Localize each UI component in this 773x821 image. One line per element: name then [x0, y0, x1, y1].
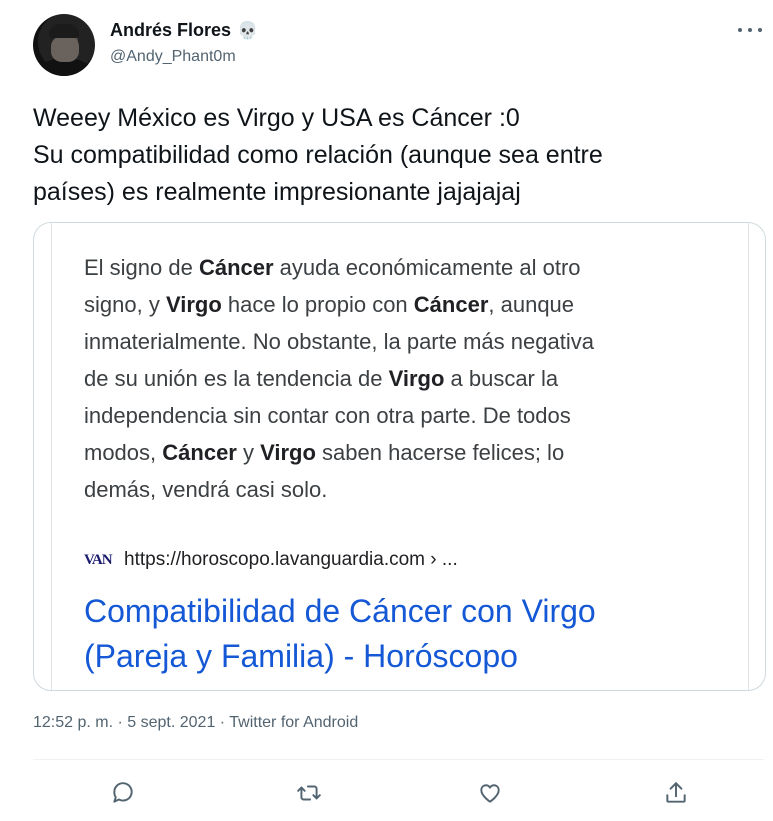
tweet-line: Su compatibilidad como relación (aunque …: [33, 141, 603, 169]
result-source-row: VAN https://horoscopo.lavanguardia.com ›…: [84, 549, 458, 571]
snippet-keyword: Cáncer: [413, 292, 489, 317]
like-icon: [480, 784, 500, 803]
snippet-text: El signo de: [84, 255, 199, 280]
snippet-line: demás, vendrá casi solo.: [84, 471, 734, 508]
skull-emoji: 💀: [237, 21, 259, 40]
more-options-icon[interactable]: [738, 22, 762, 38]
snippet-text: a buscar la: [444, 366, 559, 391]
divider: [33, 759, 764, 760]
snippet-line: El signo de Cáncer ayuda económicamente …: [84, 249, 734, 286]
more-dot: [758, 28, 762, 32]
avatar-face-shape: [51, 36, 79, 62]
search-result-screenshot: El signo de Cáncer ayuda económicamente …: [52, 223, 748, 690]
action-bar: [0, 770, 773, 816]
snippet-text: inmaterialmente. No obstante, la parte m…: [84, 329, 594, 354]
result-url: https://horoscopo.lavanguardia.com › ...: [124, 549, 458, 570]
more-dot: [738, 28, 742, 32]
result-title-line: Compatibilidad de Cáncer con Virgo: [84, 593, 596, 629]
result-title: Compatibilidad de Cáncer con Virgo (Pare…: [84, 589, 744, 679]
retweet-icon: [297, 785, 321, 801]
like-button[interactable]: [475, 778, 505, 808]
attached-image-card[interactable]: El signo de Cáncer ayuda económicamente …: [33, 222, 766, 691]
share-icon: [666, 782, 686, 803]
snippet-text: signo, y: [84, 292, 166, 317]
snippet-keyword: Virgo: [260, 440, 316, 465]
snippet-line: de su unión es la tendencia de Virgo a b…: [84, 360, 734, 397]
snippet-line: modos, Cáncer y Virgo saben hacerse feli…: [84, 434, 734, 471]
snippet-keyword: Cáncer: [162, 440, 237, 465]
result-snippet: El signo de Cáncer ayuda económicamente …: [84, 249, 734, 508]
result-title-line: (Pareja y Familia) - Horóscopo: [84, 638, 518, 674]
snippet-keyword: Virgo: [165, 292, 222, 317]
tweet-line: Weeey México es Virgo y USA es Cáncer :0: [33, 104, 520, 132]
snippet-text: modos,: [84, 440, 163, 465]
snippet-keyword: Cáncer: [198, 255, 274, 280]
avatar-cap-shape: [49, 24, 79, 38]
author-handle[interactable]: @Andy_Phant0m: [110, 48, 236, 66]
reply-button[interactable]: [108, 778, 138, 808]
snippet-text: de su unión es la tendencia de: [84, 366, 389, 391]
snippet-text: demás, vendrá casi solo.: [84, 477, 328, 502]
author-name[interactable]: Andrés Flores: [110, 20, 231, 41]
author-name-row[interactable]: Andrés Flores 💀: [110, 20, 258, 41]
snippet-text: hace lo propio con: [221, 292, 414, 317]
snippet-line: independencia sin contar con otra parte.…: [84, 397, 734, 434]
tweet-timestamp[interactable]: 12:52 p. m. · 5 sept. 2021 · Twitter for…: [33, 714, 358, 732]
reply-icon: [113, 782, 133, 803]
snippet-text: ayuda económicamente al otro: [273, 255, 581, 280]
retweet-button[interactable]: [294, 778, 324, 808]
snippet-text: saben hacerse felices; lo: [315, 440, 565, 465]
snippet-text: independencia sin contar con otra parte.…: [84, 403, 571, 428]
lavanguardia-favicon-icon: VAN: [84, 550, 114, 570]
snippet-text: y: [236, 440, 261, 465]
snippet-line: signo, y Virgo hace lo propio con Cáncer…: [84, 286, 734, 323]
snippet-line: inmaterialmente. No obstante, la parte m…: [84, 323, 734, 360]
more-dot: [748, 28, 752, 32]
share-button[interactable]: [661, 778, 691, 808]
tweet-text: Weeey México es Virgo y USA es Cáncer :0…: [33, 100, 753, 211]
tweet-line: países) es realmente impresionante jajaj…: [33, 178, 521, 206]
avatar[interactable]: [33, 14, 95, 76]
snippet-text: , aunque: [488, 292, 575, 317]
snippet-keyword: Virgo: [388, 366, 445, 391]
